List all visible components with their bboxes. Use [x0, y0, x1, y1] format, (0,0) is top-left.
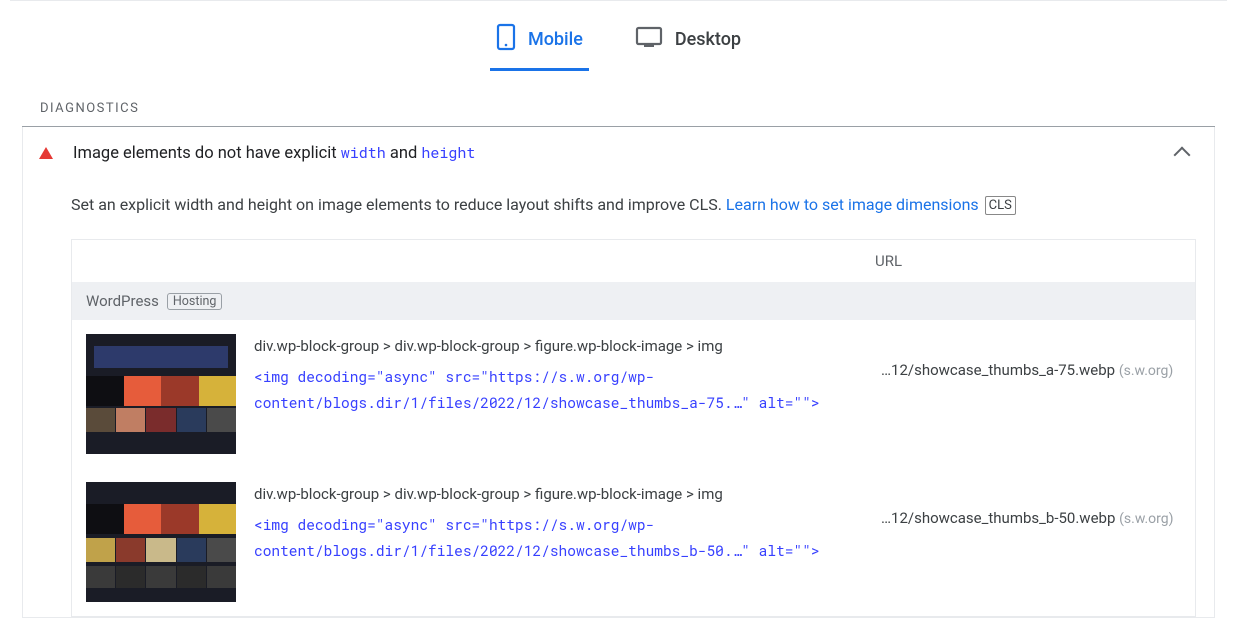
thumbnail-b: [86, 482, 236, 602]
audit-toggle[interactable]: Image elements do not have explicit widt…: [23, 127, 1214, 179]
url-column-header: URL: [875, 252, 1175, 270]
tab-desktop-label: Desktop: [675, 29, 741, 50]
audit-title-text: Image elements do not have explicit: [73, 144, 341, 163]
selector-col: div.wp-block-group > div.wp-block-group …: [254, 482, 863, 565]
url-col: …12/showcase_thumbs_b-50.webp (s.w.org): [881, 482, 1181, 532]
group-row: WordPress Hosting: [72, 282, 1195, 320]
audit-title: Image elements do not have explicit widt…: [73, 143, 1176, 163]
audit-code-height: height: [421, 143, 475, 163]
hosting-badge: Hosting: [167, 293, 223, 310]
audit-code-width: width: [341, 143, 386, 163]
selector-path: div.wp-block-group > div.wp-block-group …: [254, 334, 863, 360]
chevron-up-icon: [1174, 147, 1191, 164]
details-table: URL WordPress Hosting div.wp-block-group…: [71, 239, 1196, 617]
warning-triangle-icon: [39, 147, 53, 159]
selector-col: div.wp-block-group > div.wp-block-group …: [254, 334, 863, 417]
learn-more-link[interactable]: Learn how to set image dimensions: [726, 195, 979, 214]
audit-and: and: [386, 144, 422, 163]
audit-desc-text: Set an explicit width and height on imag…: [71, 195, 726, 214]
table-row: div.wp-block-group > div.wp-block-group …: [72, 320, 1195, 468]
mobile-icon: [496, 23, 516, 56]
tab-mobile-label: Mobile: [528, 29, 583, 50]
device-tabs: Mobile Desktop: [10, 0, 1227, 71]
cls-badge: CLS: [985, 196, 1016, 215]
table-header: URL: [72, 240, 1195, 282]
url-link[interactable]: …12/showcase_thumbs_a-75.webp: [881, 361, 1115, 379]
desktop-icon: [635, 26, 663, 53]
table-row: div.wp-block-group > div.wp-block-group …: [72, 468, 1195, 616]
section-title: DIAGNOSTICS: [22, 101, 1215, 127]
selector-snippet: <img decoding="async" src="https://s.w.o…: [254, 512, 863, 566]
url-domain: (s.w.org): [1119, 511, 1173, 527]
tab-desktop[interactable]: Desktop: [629, 19, 747, 71]
audit-item: Image elements do not have explicit widt…: [22, 127, 1215, 618]
tab-mobile[interactable]: Mobile: [490, 19, 589, 71]
url-domain: (s.w.org): [1119, 363, 1173, 379]
thumbnail-a: [86, 334, 236, 454]
audit-description: Set an explicit width and height on imag…: [23, 179, 1214, 239]
group-label: WordPress: [86, 292, 159, 310]
selector-snippet: <img decoding="async" src="https://s.w.o…: [254, 364, 863, 418]
url-link[interactable]: …12/showcase_thumbs_b-50.webp: [881, 509, 1115, 527]
url-col: …12/showcase_thumbs_a-75.webp (s.w.org): [881, 334, 1181, 384]
selector-path: div.wp-block-group > div.wp-block-group …: [254, 482, 863, 508]
